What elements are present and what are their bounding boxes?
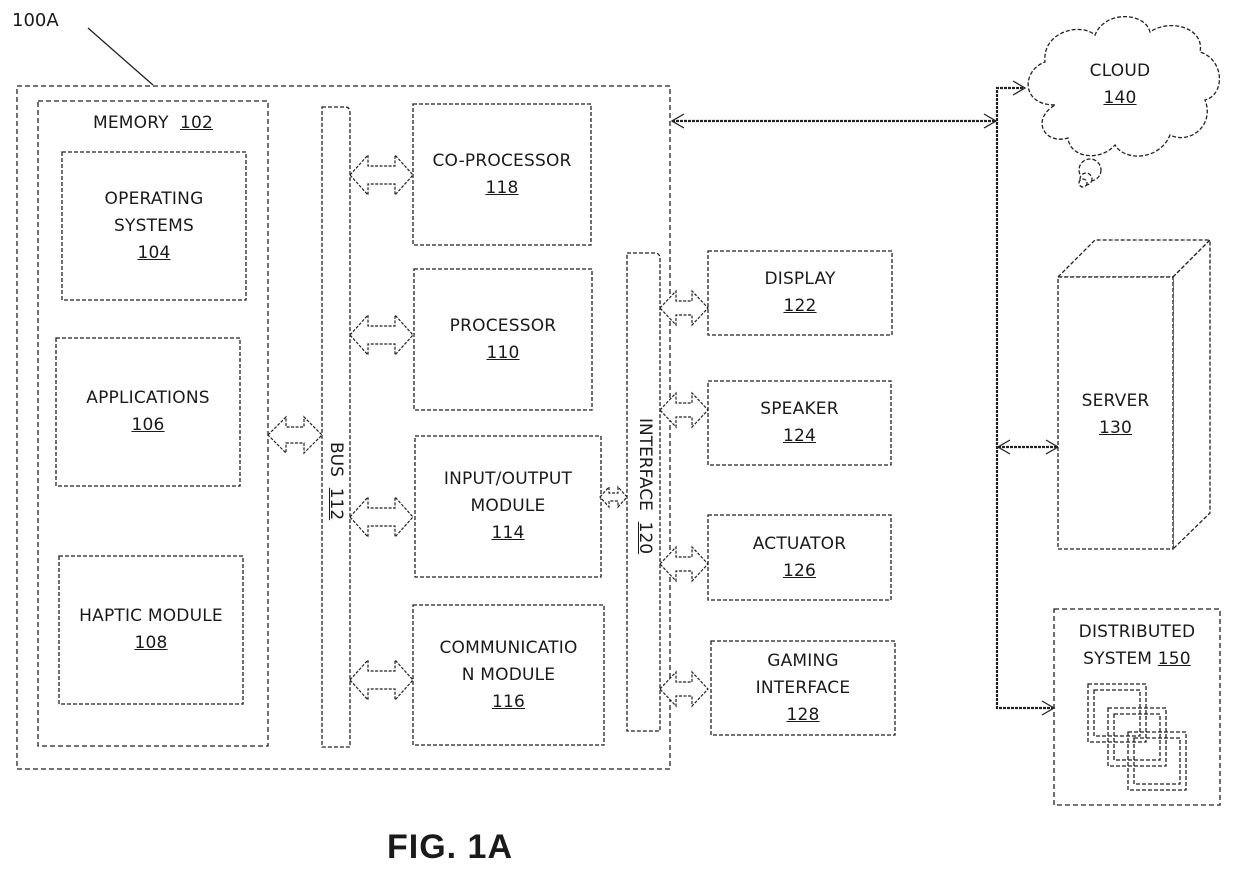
bidirectional-arrow-icon <box>659 545 709 583</box>
bus-module-ref: 114 <box>491 523 525 543</box>
memory-item-ref: 108 <box>134 633 168 653</box>
bus-module-ref: 110 <box>486 342 520 363</box>
memory-item-ref: 106 <box>131 415 165 435</box>
bus-ref: 112 <box>326 487 346 521</box>
bus-module-line1: CO-PROCESSOR <box>432 150 572 171</box>
server-ref: 130 <box>1098 418 1133 438</box>
bus-module-label: INPUT/OUTPUT MODULE 114 <box>415 466 601 547</box>
distributed-ref: 150 <box>1157 649 1191 669</box>
server-label: SERVER 130 <box>1058 388 1173 442</box>
interface-label: INTERFACE 120 <box>635 418 655 554</box>
peripheral-line2: INTERFACE <box>755 677 851 698</box>
distributed-nodes-icon <box>1087 683 1187 791</box>
node-frame <box>1093 689 1141 737</box>
bus-module-label: COMMUNICATIO N MODULE 116 <box>413 635 604 716</box>
bidirectional-arrow-icon <box>659 391 709 429</box>
memory-ref: 102 <box>179 113 214 133</box>
network-trunk-line <box>995 86 1053 710</box>
peripheral-ref: 122 <box>783 296 817 316</box>
bus-module-label: CO-PROCESSOR 118 <box>413 148 591 202</box>
server-name: SERVER <box>1081 391 1150 411</box>
bidirectional-arrow-icon <box>659 289 709 327</box>
cloud-name: CLOUD <box>1089 61 1151 81</box>
node-frame <box>1133 737 1181 785</box>
figure-caption: FIG. 1A <box>387 828 514 866</box>
memory-label: MEMORY 102 <box>38 110 268 137</box>
bidirectional-arrow-icon <box>349 153 414 197</box>
peripheral-ref: 124 <box>782 426 817 446</box>
bidirectional-arrow-icon <box>599 485 628 509</box>
interface-ref: 120 <box>635 521 655 555</box>
memory-item-label: HAPTIC MODULE 108 <box>59 603 243 657</box>
peripheral-line1: SPEAKER <box>760 399 839 419</box>
interface-name: INTERFACE <box>635 418 655 511</box>
peripheral-label: GAMING INTERFACE 128 <box>711 648 895 729</box>
bidirectional-arrow-icon <box>267 415 323 455</box>
bus-module-line2: N MODULE <box>461 664 556 685</box>
memory-item-line2: SYSTEMS <box>114 215 194 236</box>
cloud-label: CLOUD 140 <box>1070 58 1170 112</box>
bidirectional-arrow-icon <box>659 670 709 708</box>
memory-item-label: OPERATING SYSTEMS 104 <box>62 186 246 267</box>
peripheral-label: SPEAKER 124 <box>708 396 891 450</box>
node-frame <box>1113 713 1161 761</box>
memory-item-label: APPLICATIONS 106 <box>56 385 240 439</box>
distributed-line1: DISTRIBUTED <box>1078 622 1196 642</box>
peripheral-line1: ACTUATOR <box>752 533 847 554</box>
bus-module-line1: INPUT/OUTPUT <box>443 469 573 489</box>
bus-bar <box>321 106 351 748</box>
bidirectional-arrow-icon <box>349 313 414 357</box>
memory-name: MEMORY <box>92 113 169 133</box>
bus-module-line1: PROCESSOR <box>449 315 557 336</box>
bidirectional-arrow-icon <box>349 495 414 539</box>
peripheral-ref: 126 <box>782 560 817 581</box>
distributed-line2: SYSTEM <box>1083 649 1153 669</box>
bus-module-label: PROCESSOR 110 <box>414 313 592 367</box>
peripheral-label: DISPLAY 122 <box>708 266 892 320</box>
distributed-label: DISTRIBUTED SYSTEM 150 <box>1054 619 1220 673</box>
peripheral-line1: DISPLAY <box>764 269 836 289</box>
cloud-ref: 140 <box>1103 88 1137 108</box>
bus-label: BUS 112 <box>326 442 346 520</box>
node-frame <box>1087 683 1147 743</box>
bus-module-ref: 118 <box>485 177 519 198</box>
peripheral-ref: 128 <box>786 704 820 725</box>
memory-item-ref: 104 <box>137 242 171 263</box>
memory-item-line1: HAPTIC MODULE <box>79 606 223 626</box>
bus-module-line1: COMMUNICATIO <box>439 637 578 658</box>
bidirectional-arrow-icon <box>349 658 414 702</box>
memory-item-line1: APPLICATIONS <box>86 388 210 408</box>
ref-leader-line <box>87 27 154 86</box>
bus-name: BUS <box>326 442 346 477</box>
bus-module-ref: 116 <box>491 691 526 712</box>
node-frame <box>1107 707 1167 767</box>
peripheral-line1: GAMING <box>767 650 839 671</box>
node-frame <box>1127 731 1187 791</box>
system-ref-label: 100A <box>12 10 59 31</box>
memory-item-line1: OPERATING <box>104 188 204 209</box>
peripheral-label: ACTUATOR 126 <box>708 531 891 585</box>
bus-module-line2: MODULE <box>470 496 546 516</box>
